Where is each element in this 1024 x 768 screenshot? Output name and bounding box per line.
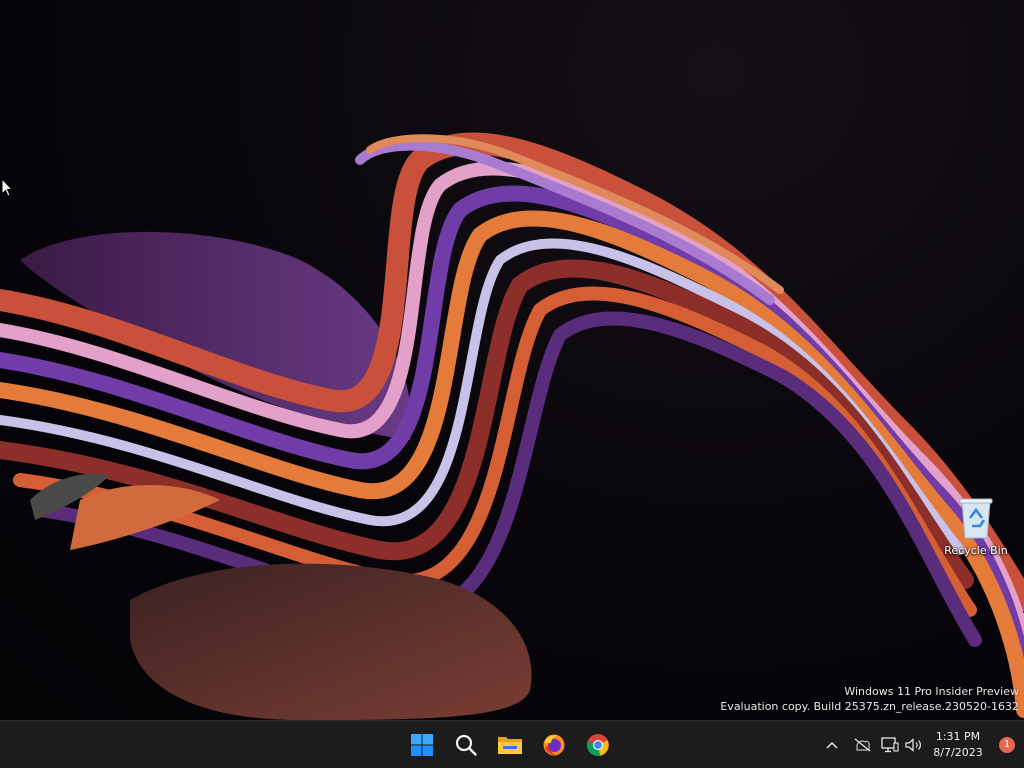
volume-icon — [905, 737, 921, 752]
recycle-bin-shortcut[interactable]: Recycle Bin — [938, 496, 1014, 566]
network-disconnected-icon — [854, 737, 871, 752]
chrome-button[interactable] — [576, 725, 620, 765]
notification-center-button[interactable]: 1 — [990, 725, 1024, 765]
volume-button[interactable] — [902, 725, 926, 765]
clock-time: 1:31 PM — [935, 729, 981, 743]
clock[interactable]: 1:31 PM 8/7/2023 — [926, 725, 990, 765]
file-explorer-button[interactable] — [488, 725, 532, 765]
chrome-icon — [586, 733, 609, 756]
system-tray: 1:31 PM 8/7/2023 1 — [818, 721, 1024, 768]
display-icon — [881, 736, 899, 752]
taskbar: 1:31 PM 8/7/2023 1 — [0, 720, 1024, 768]
start-button[interactable] — [400, 725, 444, 765]
recycle-bin-icon — [959, 498, 993, 539]
file-explorer-icon — [498, 736, 522, 754]
desktop[interactable]: Recycle Bin Windows 11 Pro Insider Previ… — [0, 0, 1024, 720]
windows-start-icon — [411, 733, 433, 756]
firefox-icon — [543, 734, 565, 755]
display-button[interactable] — [878, 725, 902, 765]
search-button[interactable] — [444, 725, 488, 765]
watermark-build: Evaluation copy. Build 25375.zn_release.… — [720, 700, 1019, 713]
mouse-pointer-icon — [1, 178, 13, 197]
taskbar-apps — [400, 721, 620, 768]
chevron-up-icon — [826, 741, 838, 749]
network-button[interactable] — [846, 725, 878, 765]
firefox-button[interactable] — [532, 725, 576, 765]
show-hidden-icons-button[interactable] — [818, 725, 846, 765]
search-icon — [455, 734, 477, 756]
notification-badge: 1 — [999, 736, 1015, 753]
clock-date: 8/7/2023 — [933, 745, 983, 759]
windows-watermark: Windows 11 Pro Insider Preview Evaluatio… — [720, 684, 1019, 714]
wallpaper — [0, 132, 1024, 720]
watermark-edition: Windows 11 Pro Insider Preview — [844, 685, 1019, 698]
recycle-bin-label: Recycle Bin — [944, 544, 1008, 557]
